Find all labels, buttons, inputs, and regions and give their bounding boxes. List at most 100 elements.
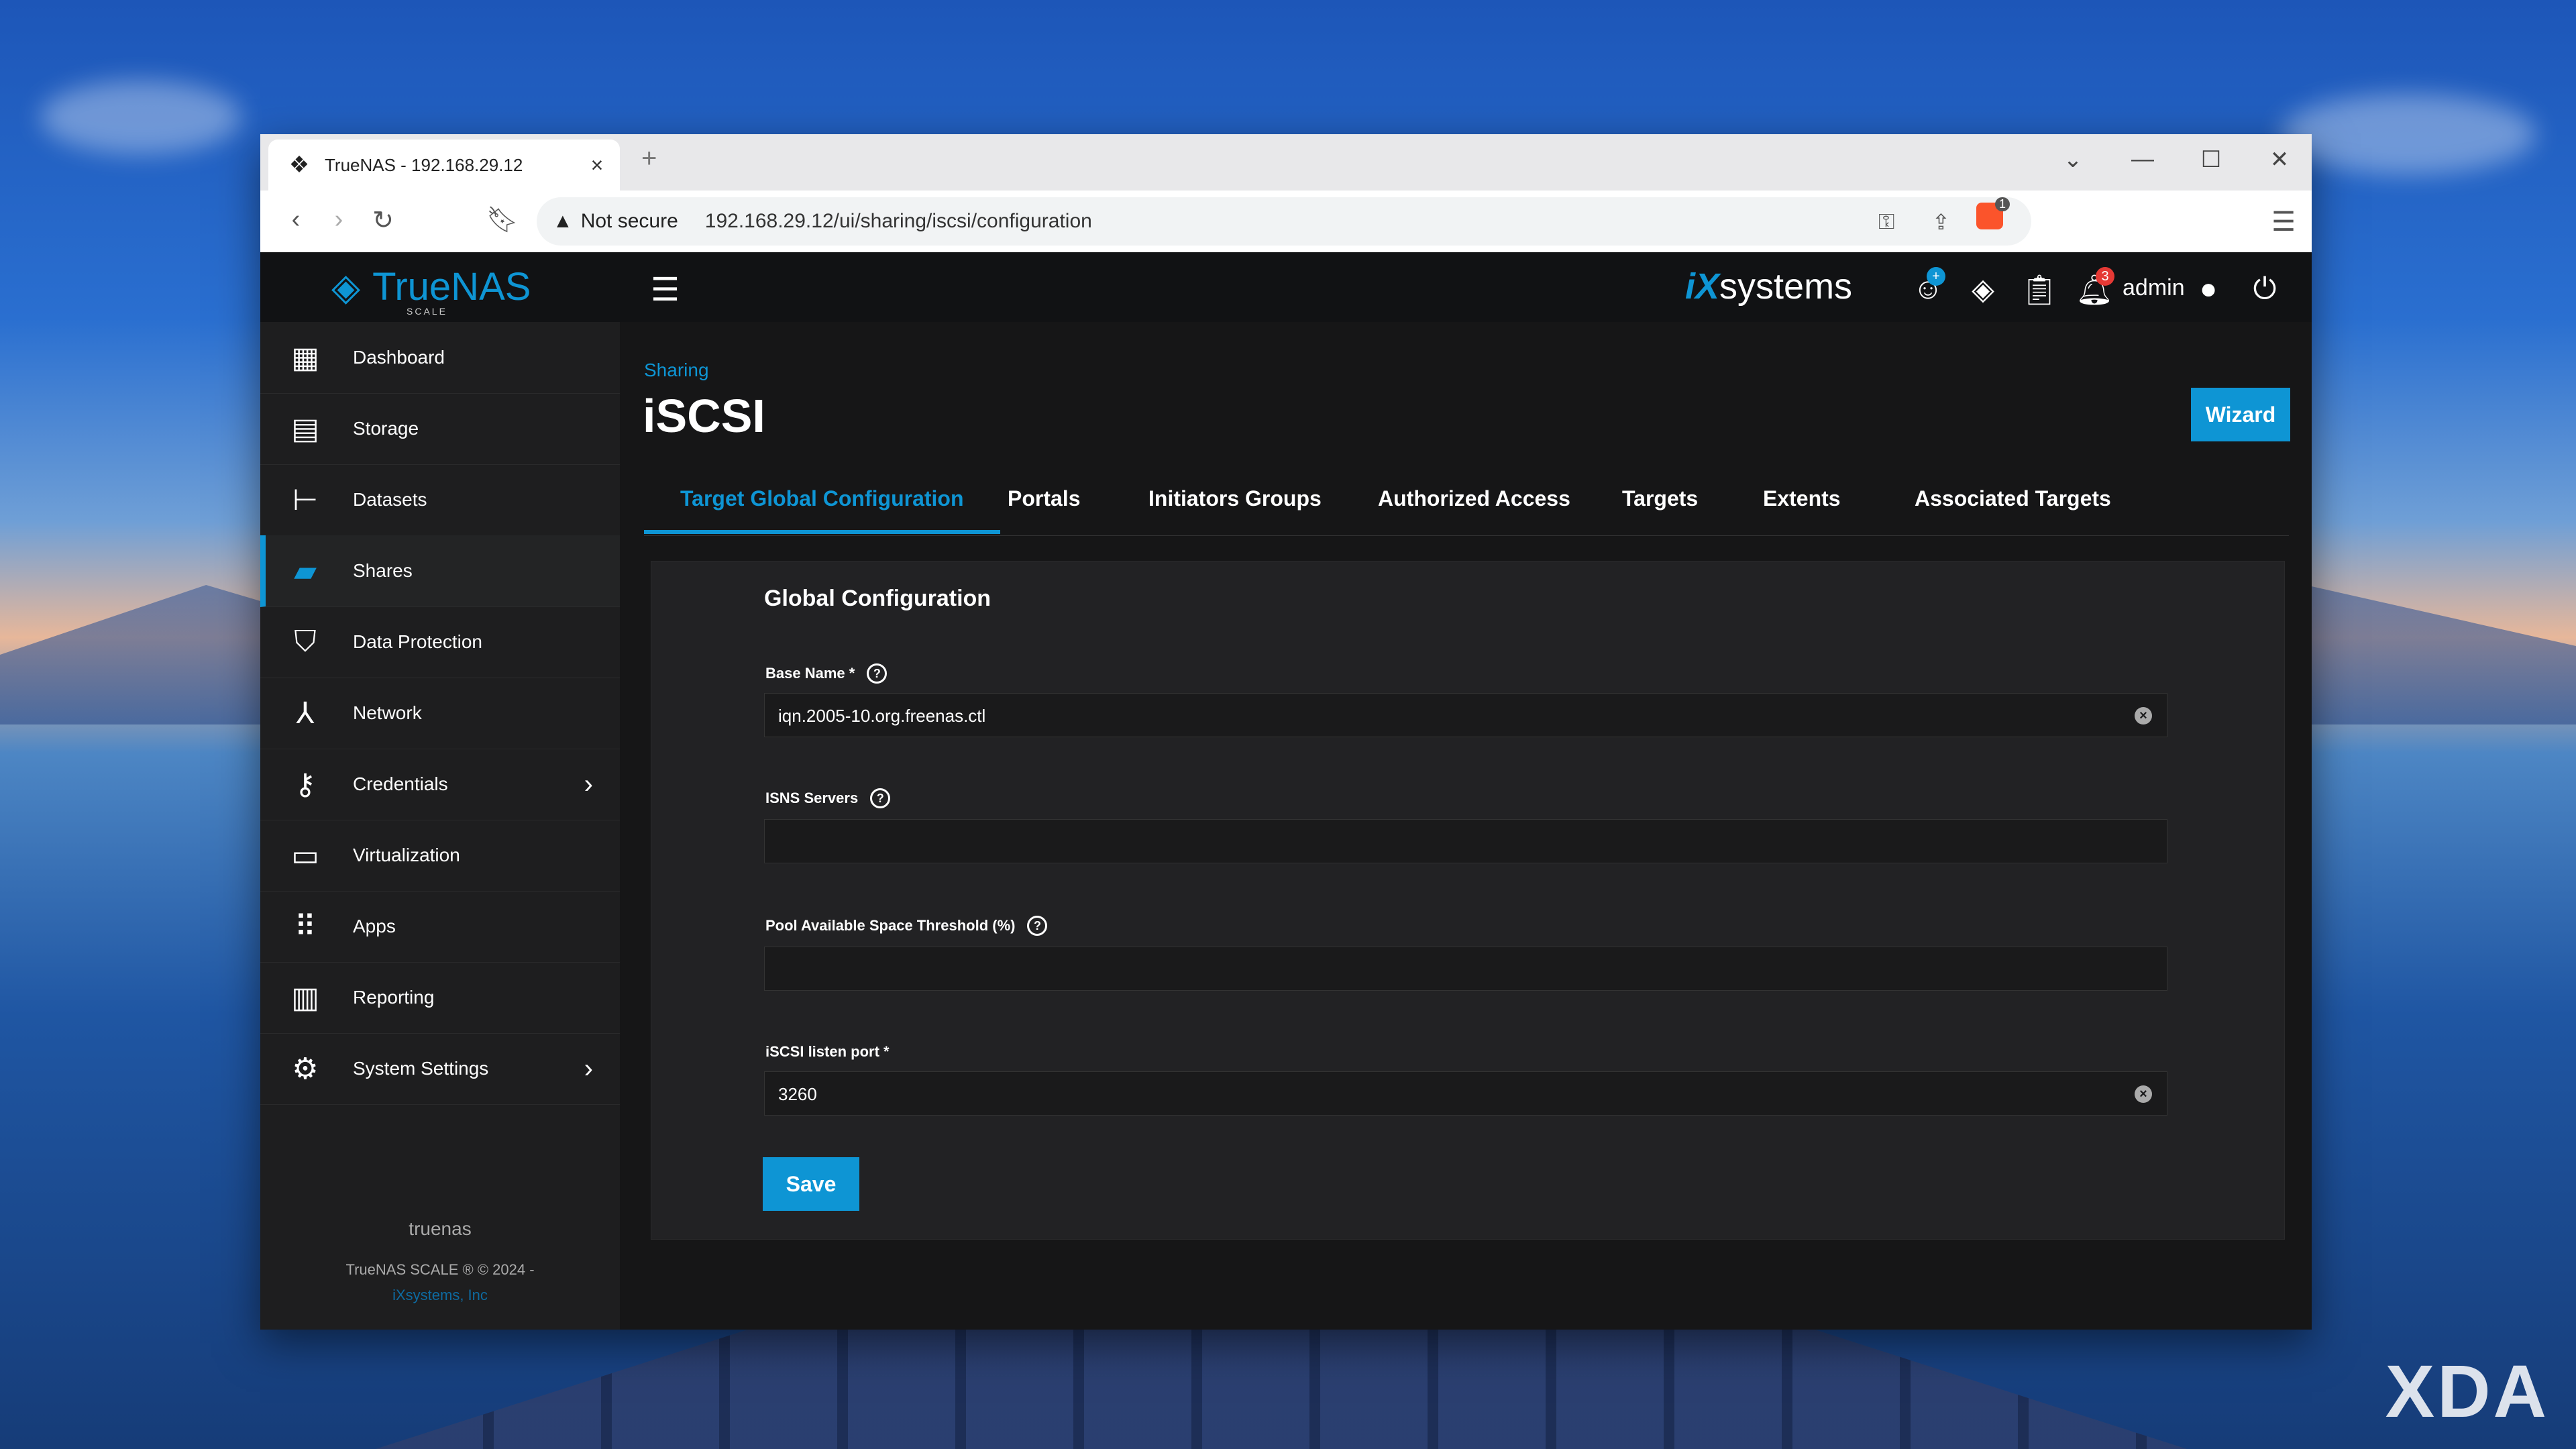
isns-label-text: ISNS Servers: [765, 790, 859, 806]
brand-name: TrueNAS: [372, 265, 531, 309]
shares-icon: ▰: [294, 554, 317, 588]
tab-extents[interactable]: Extents: [1763, 463, 1841, 534]
isns-servers-field[interactable]: [764, 819, 2167, 864]
share-icon[interactable]: ⇪: [1932, 209, 1950, 235]
user-name[interactable]: admin: [2123, 275, 2185, 301]
browser-menu-icon[interactable]: ☰: [2271, 207, 2296, 237]
save-button[interactable]: Save: [763, 1157, 859, 1211]
extension-badge: 1: [1995, 197, 2010, 211]
sidebar-item-reporting[interactable]: ▥ Reporting: [260, 962, 620, 1034]
close-window-icon[interactable]: ✕: [2259, 146, 2300, 173]
isns-servers-label: ISNS Servers ?: [765, 788, 891, 808]
hostname: truenas: [409, 1218, 472, 1239]
xda-watermark: XDA: [2385, 1350, 2549, 1433]
pool-threshold-field[interactable]: [764, 947, 2167, 991]
gear-icon: ⚙: [292, 1052, 319, 1085]
breadcrumb[interactable]: Sharing: [644, 360, 709, 381]
ix-prefix: iX: [1685, 266, 1720, 307]
form-title: Global Configuration: [764, 586, 991, 611]
sidebar-item-virtualization[interactable]: ▭ Virtualization: [260, 820, 620, 892]
chevron-right-icon: ›: [584, 769, 593, 799]
maximize-icon[interactable]: ☐: [2191, 146, 2231, 173]
sidebar-item-dashboard[interactable]: ▦ Dashboard: [260, 322, 620, 394]
tab-target-global-configuration[interactable]: Target Global Configuration: [644, 463, 1000, 534]
shield-icon: ⛉: [294, 625, 317, 658]
copyright: TrueNAS SCALE ® © 2024 -: [345, 1261, 535, 1278]
sidebar-item-shares[interactable]: ▰ Shares: [260, 535, 625, 607]
truenas-favicon-icon: ❖: [288, 152, 310, 178]
new-tab-icon[interactable]: +: [641, 144, 657, 174]
help-icon[interactable]: ?: [870, 788, 891, 808]
sidebar-item-credentials[interactable]: ⚷ Credentials ›: [260, 749, 620, 820]
sidebar-item-storage[interactable]: ▤ Storage: [260, 393, 620, 465]
global-configuration-card: Global Configuration Base Name * ? × ISN…: [651, 561, 2285, 1240]
company-link[interactable]: iXsystems, Inc: [260, 1287, 620, 1304]
key-icon: ⚷: [294, 767, 317, 801]
isns-servers-input[interactable]: [777, 820, 2121, 864]
help-icon[interactable]: ?: [867, 663, 888, 684]
sidebar-item-label: Storage: [353, 418, 419, 439]
pool-label-text: Pool Available Space Threshold (%): [765, 917, 1016, 934]
back-icon[interactable]: ‹: [279, 205, 313, 234]
address-bar[interactable]: ▲ Not secure 192.168.29.12/ui/sharing/is…: [537, 197, 2031, 246]
tab-authorized-access[interactable]: Authorized Access: [1378, 463, 1570, 534]
account-circle-icon[interactable]: ●: [2188, 272, 2229, 306]
chevron-right-icon: ›: [584, 1053, 593, 1083]
tab-initiators-groups[interactable]: Initiators Groups: [1148, 463, 1322, 534]
key-icon[interactable]: ⚿: [1878, 209, 1894, 235]
network-icon: ⅄: [296, 696, 315, 730]
sidebar-item-datasets[interactable]: ⊢ Datasets: [260, 464, 620, 536]
truenas-logo-mark-icon: ◈: [331, 265, 361, 308]
sidebar-item-label: Network: [353, 702, 422, 723]
sidebar-item-label: Virtualization: [353, 845, 460, 865]
minimize-icon[interactable]: —: [2123, 146, 2163, 172]
base-name-label: Base Name * ?: [765, 663, 888, 684]
pool-threshold-label: Pool Available Space Threshold (%) ?: [765, 916, 1048, 936]
base-name-label-text: Base Name *: [765, 665, 855, 682]
power-icon[interactable]: ⏻: [2245, 272, 2285, 306]
forward-icon[interactable]: ›: [322, 205, 356, 234]
browser-tab-bar: ❖ TrueNAS - 192.168.29.12 × + ⌄ — ☐ ✕: [260, 134, 2312, 191]
brand-sub: SCALE: [407, 306, 447, 317]
sidebar-item-label: Dashboard: [353, 347, 445, 368]
warning-icon: ▲: [553, 210, 573, 232]
truenas-logo[interactable]: ◈ TrueNAS SCALE: [331, 264, 531, 317]
jobs-clipboard-icon[interactable]: 📋︎: [2019, 272, 2059, 307]
iscsi-tabs: Target Global Configuration Portals Init…: [644, 463, 2289, 536]
tab-search-chevron-icon[interactable]: ⌄: [2053, 146, 2093, 173]
sidebar-item-data-protection[interactable]: ⛉ Data Protection: [260, 606, 620, 678]
tab-targets[interactable]: Targets: [1622, 463, 1698, 534]
pool-threshold-input[interactable]: [777, 947, 2121, 991]
truecommand-icon[interactable]: ◈: [1963, 272, 2003, 307]
ixsystems-logo[interactable]: iXsystems: [1685, 266, 1852, 307]
laptop-icon: ▭: [291, 839, 319, 872]
listen-port-field[interactable]: ×: [764, 1071, 2167, 1116]
bookmark-icon[interactable]: 🔖︎: [486, 205, 519, 235]
tab-portals[interactable]: Portals: [1008, 463, 1080, 534]
sidebar-item-label: Reporting: [353, 987, 435, 1008]
page-title: iSCSI: [643, 390, 765, 442]
sidebar-item-system-settings[interactable]: ⚙ System Settings ›: [260, 1033, 620, 1105]
tab-associated-targets[interactable]: Associated Targets: [1915, 463, 2111, 534]
base-name-field[interactable]: ×: [764, 693, 2167, 738]
dashboard-icon: ▦: [291, 341, 319, 374]
close-tab-icon[interactable]: ×: [584, 153, 610, 178]
sidebar-item-apps[interactable]: ⠿ Apps: [260, 891, 620, 963]
storage-icon: ▤: [291, 412, 319, 445]
sidebar-item-label: System Settings: [353, 1058, 489, 1079]
browser-window: ❖ TrueNAS - 192.168.29.12 × + ⌄ — ☐ ✕ ‹ …: [260, 134, 2312, 1330]
sidebar-item-network[interactable]: ⅄ Network: [260, 678, 620, 749]
notifications-badge: 3: [2096, 267, 2114, 286]
clear-icon[interactable]: ×: [2135, 1085, 2152, 1103]
listen-port-input[interactable]: [777, 1072, 2121, 1116]
browser-tab[interactable]: ❖ TrueNAS - 192.168.29.12 ×: [268, 140, 620, 191]
help-icon[interactable]: ?: [1027, 916, 1048, 936]
base-name-input[interactable]: [777, 694, 2121, 738]
url-text[interactable]: 192.168.29.12/ui/sharing/iscsi/configura…: [705, 210, 1092, 233]
sidebar-toggle-icon[interactable]: ☰: [651, 271, 680, 309]
wizard-button[interactable]: Wizard: [2191, 388, 2290, 441]
apps-grid-icon: ⠿: [294, 910, 317, 943]
clear-icon[interactable]: ×: [2135, 707, 2152, 724]
reload-icon[interactable]: ↻: [366, 205, 400, 235]
tab-title: TrueNAS - 192.168.29.12: [325, 154, 523, 175]
